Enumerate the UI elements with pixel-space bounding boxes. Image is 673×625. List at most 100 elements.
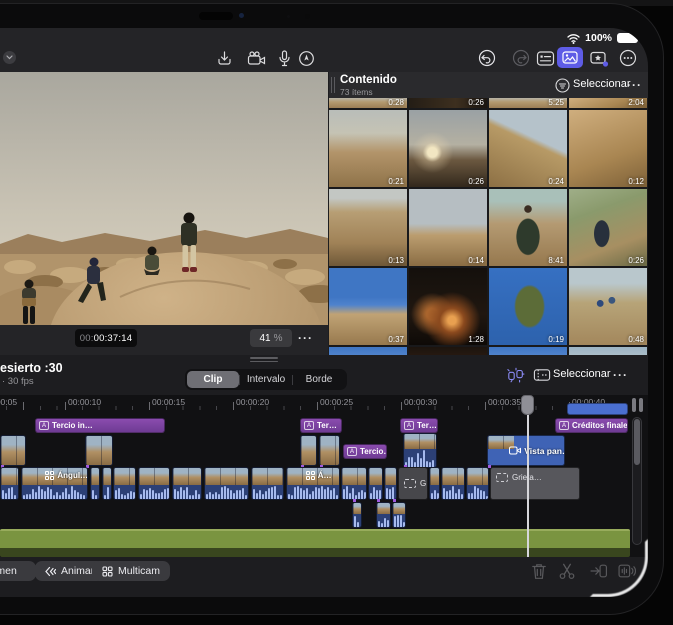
trash-icon[interactable] [530,562,548,580]
clips-button[interactable] [589,48,609,68]
primary-video-clip[interactable] [384,467,397,500]
timecode-display[interactable]: 00: 00:37:14 [75,329,137,347]
connection-marker [377,499,380,502]
connected-video-clip[interactable] [403,433,437,468]
primary-video-clip[interactable]: Á… [286,467,340,500]
media-thumbnail[interactable] [409,347,487,355]
media-thumbnail[interactable]: 2:04 [569,98,647,108]
primary-video-clip[interactable] [0,467,19,500]
content-panel: Contenido 73 ítems Seleccionar ··· 0:28 0… [329,72,648,355]
media-thumbnail[interactable]: 0:12 [569,110,647,187]
content-more-button[interactable]: ··· [627,78,642,92]
viewer-more-button[interactable]: ··· [298,331,313,345]
volume-button[interactable]: Volumen [0,561,36,581]
tab-intervalo[interactable]: Intervalo [240,371,292,388]
media-thumbnail[interactable]: 0:19 [489,268,567,345]
primary-video-clip[interactable] [204,467,249,500]
bottom-toolbar: Volumen Animar Multicam [0,557,648,597]
redo-button[interactable] [511,48,531,68]
connected-video-clip[interactable]: Vista pan… [487,435,565,466]
clip-duration: 0:28 [388,98,404,107]
media-thumbnail[interactable]: 1:28 [409,268,487,345]
tab-borde[interactable]: Borde [293,371,345,388]
clip-appearance-icon[interactable] [533,366,551,384]
primary-video-clip[interactable] [368,467,383,500]
gap-clip[interactable]: G… [398,467,428,500]
primary-video-clip[interactable] [466,467,489,500]
tab-clip[interactable]: Clip [187,371,239,388]
media-thumbnail[interactable] [569,347,647,355]
connected-below-clip[interactable] [376,502,391,528]
media-thumbnail[interactable]: 0:28 [329,98,407,108]
connected-video-clip[interactable] [300,435,317,466]
playhead-handle[interactable] [521,395,534,415]
more-button[interactable] [618,48,638,68]
pencil-button[interactable] [296,48,316,68]
timeline[interactable]: 00:00:05 00:00:10 00:00:15 00:00:20 00:00:25… [0,395,648,557]
microphone-button[interactable] [274,48,294,68]
media-grid: 0:28 0:26 5:25 2:04 0:21 0:26 0:24 0:12 0:13 0:14… [329,98,648,355]
viewer-video-frame[interactable] [0,72,328,325]
connected-video-clip[interactable] [319,435,340,466]
media-thumbnail[interactable]: 0:37 [329,268,407,345]
connected-video-clip[interactable] [0,435,26,466]
primary-video-clip[interactable] [102,467,112,500]
connected-clip-bar[interactable] [567,403,628,415]
timeline-more-button[interactable]: ··· [613,368,628,382]
title-clip[interactable]: A Tercio in… [35,418,165,433]
panel-drag-handle[interactable] [250,357,278,362]
primary-video-clip[interactable] [138,467,170,500]
media-thumbnail[interactable] [329,347,407,355]
timeline-ruler[interactable]: 00:00:05 00:00:10 00:00:15 00:00:20 00:00:25… [0,395,630,411]
media-thumbnail[interactable]: 5:25 [489,98,567,108]
primary-video-clip[interactable]: Ángul… [21,467,88,500]
media-browser-icon [562,51,578,64]
primary-video-clip[interactable] [341,467,367,500]
media-thumbnail[interactable]: 0:13 [329,189,407,266]
title-clip[interactable]: A Ter… [400,418,438,433]
undo-button[interactable] [477,48,497,68]
timeline-zoom-handle-2[interactable] [639,398,643,412]
media-thumbnail[interactable]: 0:48 [569,268,647,345]
connected-video-clip[interactable] [85,435,113,466]
media-thumbnail[interactable]: 0:21 [329,110,407,187]
camera-button[interactable] [246,48,266,68]
timeline-zoom-handle[interactable] [632,398,636,412]
multicam-button[interactable]: Multicam [92,561,171,581]
media-thumbnail[interactable]: 0:14 [409,189,487,266]
primary-video-clip[interactable] [90,467,100,500]
media-thumbnail[interactable] [489,347,567,355]
chevron-down-button[interactable] [3,51,16,64]
primary-video-clip[interactable] [429,467,440,500]
connected-below-clip[interactable] [392,502,406,528]
title-clip[interactable]: A Créditos finales [555,418,628,433]
media-browser-button-active[interactable] [557,47,583,68]
magnetic-timeline-icon[interactable] [507,366,525,384]
media-thumbnail[interactable]: 0:26 [569,189,647,266]
zoom-level[interactable]: 41 % [250,329,292,347]
primary-video-clip[interactable] [172,467,202,500]
media-thumbnail[interactable]: 0:26 [409,98,487,108]
title-clip[interactable]: A Ter… [300,418,342,433]
content-select-button[interactable]: Seleccionar [573,78,630,90]
timeline-select-button[interactable]: Seleccionar [553,368,610,380]
multicam-grid-icon [305,471,315,480]
import-button[interactable] [214,48,234,68]
primary-video-clip[interactable] [441,467,465,500]
media-thumbnail[interactable]: 8:41 [489,189,567,266]
chevron-down-icon [6,55,13,60]
primary-video-clip[interactable] [251,467,284,500]
browser-list-button[interactable] [535,48,555,68]
primary-video-clip[interactable] [113,467,136,500]
gap-clip[interactable]: Grieta… [490,467,580,500]
filter-icon[interactable] [555,78,570,93]
media-thumbnail[interactable]: 0:26 [409,110,487,187]
panel-grip-icon[interactable] [331,77,335,93]
timeline-scrollbar-thumb[interactable] [634,419,640,465]
connected-below-clip[interactable] [352,502,362,528]
scissors-icon[interactable] [558,562,576,580]
audio-music-clip[interactable] [0,529,630,557]
title-clip[interactable]: ATercio… [343,444,387,459]
playhead[interactable] [527,395,529,557]
media-thumbnail[interactable]: 0:24 [489,110,567,187]
